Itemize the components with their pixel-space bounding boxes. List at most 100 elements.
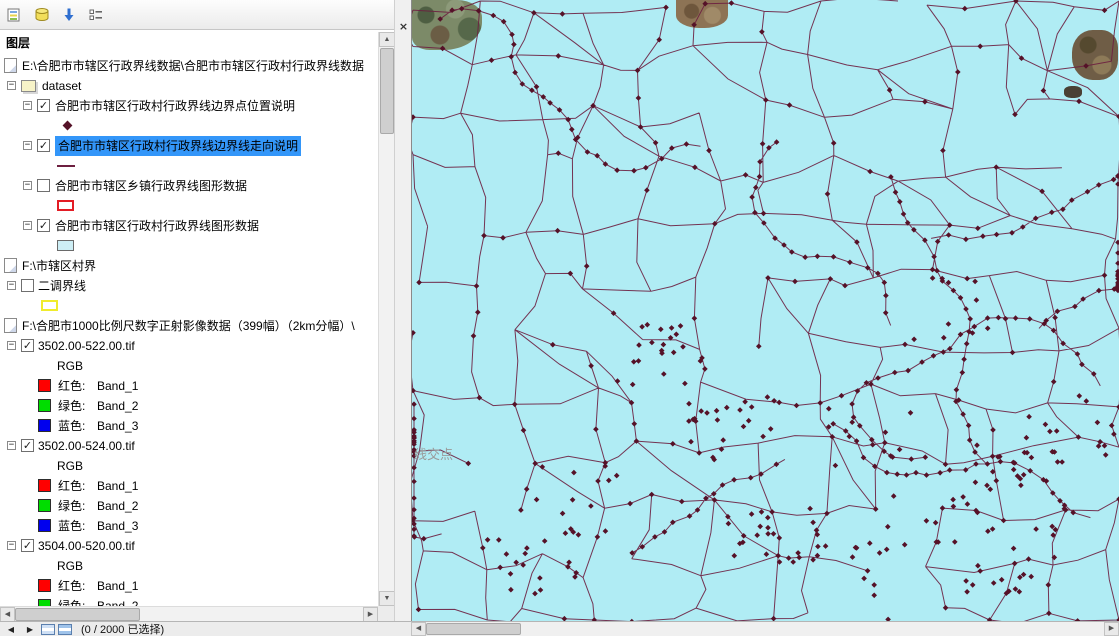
layer-checkbox[interactable] [37,179,50,192]
layer-label[interactable]: 合肥市市辖区乡镇行政界线图形数据 [55,176,247,196]
toc-options-icon [88,7,104,23]
scroll-up-button[interactable]: ▲ [379,32,395,47]
layer-checkbox[interactable]: ✓ [21,439,34,452]
band-value: Band_3 [97,516,138,536]
toc-panel-title: 图层 [0,30,378,52]
toc-row-layer: −✓ 3502.00-522.00.tif [0,336,378,356]
expander-icon[interactable]: − [7,81,16,90]
toc-row-layer: −✓ 3502.00-524.00.tif [0,436,378,456]
expander-icon[interactable]: − [23,141,32,150]
band-name: 绿色: [58,396,85,416]
scroll-right-button[interactable]: ▶ [363,607,378,622]
rgb-composite-label: RGB [57,356,83,376]
show-selected-records-icon[interactable] [58,624,72,635]
document-icon [4,258,17,273]
layer-checkbox[interactable] [21,279,34,292]
toc-title-text: 图层 [6,36,30,50]
boundary-lines-layer [412,0,1119,621]
source-path-label[interactable]: F:\合肥市1000比例尺数字正射影像数据（399幅）（2km分幅）\ [22,316,355,336]
map-partial-label: 线交点 [414,444,453,463]
source-path-label[interactable]: E:\合肥市市辖区行政界线数据\合肥市市辖区行政村行政界线数据 [22,56,364,76]
document-icon [4,58,17,73]
layer-label[interactable]: 3502.00-524.00.tif [38,436,135,456]
show-all-records-icon[interactable] [41,624,55,635]
layer-checkbox[interactable]: ✓ [37,99,50,112]
expander-icon[interactable]: − [7,341,16,350]
band-color-swatch [38,479,51,492]
toc-row-source: F:\合肥市1000比例尺数字正射影像数据（399幅）（2km分幅）\ [0,316,378,336]
layer-label[interactable]: 合肥市市辖区行政村行政界线边界点位置说明 [55,96,295,116]
layer-checkbox[interactable]: ✓ [37,139,50,152]
toc-row-symbol [0,196,378,216]
layer-checkbox[interactable]: ✓ [21,339,34,352]
map-scroll-left-button[interactable]: ◀ [411,622,426,636]
toc-row-group: − dataset [0,76,378,96]
toc-row-symbol [0,236,378,256]
expander-icon[interactable]: − [23,101,32,110]
layer-label[interactable]: 3504.00-520.00.tif [38,536,135,556]
toc-row-layer: − 二调界线 [0,276,378,296]
toc-row-band: 红色:Band_1 [0,376,378,396]
scroll-down-button[interactable]: ▼ [379,591,395,606]
toc-options-button[interactable] [84,3,108,27]
legend-symbol-rect-yellow[interactable] [41,300,58,311]
legend-symbol-diamond[interactable] [63,121,73,131]
layer-label[interactable]: 合肥市市辖区行政村行政界线图形数据 [55,216,259,236]
band-name: 蓝色: [58,416,85,436]
toc-row-band: 蓝色: Band_3 [0,516,378,536]
band-value: Band_1 [97,576,138,596]
map-view[interactable]: 线交点 [411,0,1119,621]
band-value: Band_2 [97,496,138,516]
band-name: 红色: [58,576,85,596]
toc-row-symbol [0,156,378,176]
list-by-source-button[interactable] [30,3,54,27]
toc-divider: × [394,0,411,621]
layer-label[interactable]: 合肥市市辖区行政村行政界线边界线走向说明 [55,136,301,156]
vertical-scroll-thumb[interactable] [380,48,394,134]
rgb-composite-label: RGB [57,556,83,576]
list-by-source-icon [34,7,50,23]
toc-row-band: 绿色:Band_2 [0,496,378,516]
layer-label[interactable]: 3502.00-522.00.tif [38,336,135,356]
legend-symbol-rect-cyan[interactable] [57,240,74,251]
horizontal-scroll-thumb[interactable] [15,608,140,621]
layer-checkbox[interactable]: ✓ [21,539,34,552]
expander-icon[interactable]: − [7,281,16,290]
group-layer-icon [21,80,36,92]
map-scroll-right-button[interactable]: ▶ [1104,622,1119,636]
close-toc-button[interactable]: × [397,20,410,33]
expander-icon[interactable]: − [23,181,32,190]
document-icon [4,318,17,333]
layer-checkbox[interactable]: ✓ [37,219,50,232]
layer-label[interactable]: 二调界线 [38,276,86,296]
expander-icon[interactable]: − [7,441,16,450]
legend-symbol-line[interactable] [57,165,75,167]
toc-row-band: 蓝色:Band_3 [0,416,378,436]
list-by-visibility-button[interactable] [57,3,81,27]
toc-tree: E:\合肥市市辖区行政界线数据\合肥市市辖区行政村行政界线数据−dataset−… [0,52,378,606]
map-horizontal-scrollbar: ◀ ▶ [411,621,1119,636]
map-scroll-thumb[interactable] [426,623,521,635]
group-label[interactable]: dataset [42,76,81,96]
toc-row-band: 红色:Band_1 [0,476,378,496]
scroll-left-button[interactable]: ◀ [0,607,15,622]
expander-icon[interactable]: − [7,541,16,550]
scrollbar-corner [378,606,394,621]
next-record-button[interactable]: ▶ [22,623,38,636]
band-color-swatch [38,499,51,512]
source-path-label[interactable]: F:\市辖区村界 [22,256,96,276]
toc-row-band: 绿色:Band_2 [0,596,378,606]
arcmap-window: 图层 E:\合肥市市辖区行政界线数据\合肥市市辖区行政村行政界线数据−datas… [0,0,1119,636]
previous-record-button[interactable]: ◀ [3,623,19,636]
list-by-drawing-order-button[interactable] [3,3,27,27]
rgb-composite-label: RGB [57,456,83,476]
expander-icon[interactable]: − [23,221,32,230]
band-name: 蓝色: [58,516,85,536]
toc-row-rgb: RGB [0,356,378,376]
legend-symbol-rect-red[interactable] [57,200,74,211]
band-value: Band_2 [97,396,138,416]
toc-row-band: 红色: Band_1 [0,576,378,596]
band-value: Band_1 [97,376,138,396]
toc-row-symbol [0,116,378,136]
band-color-swatch [38,419,51,432]
